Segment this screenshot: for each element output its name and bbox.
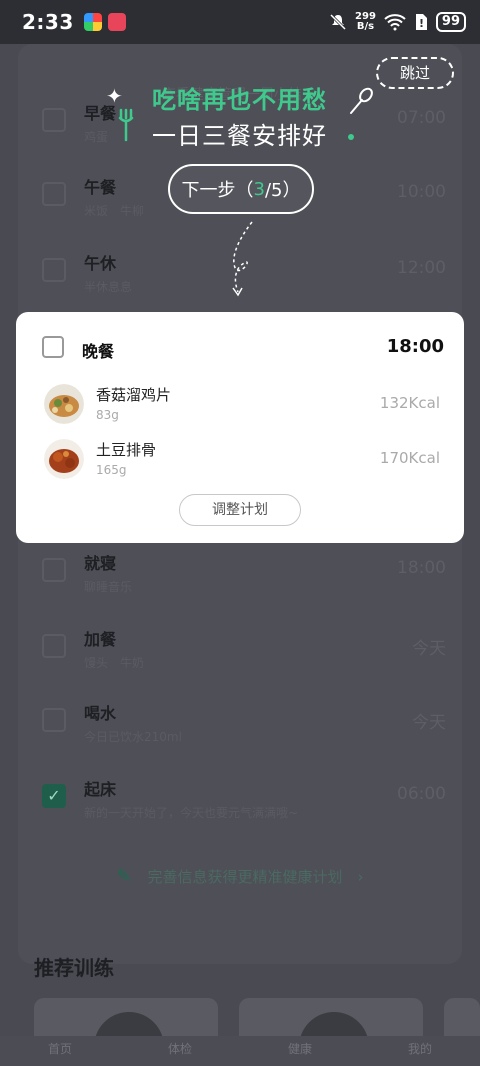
chevron-right-icon: ›: [342, 868, 364, 886]
row-title: 就寝: [84, 554, 117, 573]
food-item[interactable]: 香菇溜鸡片 83g 132Kcal: [44, 384, 440, 428]
row-subtitle: 今日已饮水210ml: [84, 730, 182, 744]
row-title: 午餐: [84, 178, 117, 197]
next-step-button[interactable]: 下一步（ 3/5）: [168, 164, 314, 214]
row-time: 今天: [412, 713, 446, 733]
row-subtitle: 新的一天开始了，今天也要元气满满哦~: [84, 806, 299, 820]
adjust-plan-button[interactable]: 调整计划: [179, 494, 301, 526]
status-right: 299 B/s ! 99: [329, 12, 466, 32]
net-speed: 299 B/s: [355, 11, 376, 32]
nav-mine[interactable]: 我的: [360, 1036, 480, 1066]
schedule-row[interactable]: 喝水 今日已饮水210ml 今天: [42, 700, 446, 760]
notification-icons: [83, 13, 126, 31]
row-checkbox[interactable]: [42, 182, 66, 206]
status-time: 2:33: [22, 10, 74, 34]
dinner-card[interactable]: 晚餐 18:00 香菇溜鸡片 83g 132Kcal 土豆排骨 165g 170…: [16, 312, 464, 543]
schedule-row[interactable]: 加餐 馒头 牛奶 今天: [42, 626, 446, 686]
svg-text:!: !: [419, 17, 424, 30]
app-notification-icon: [107, 13, 126, 31]
row-title: 加餐: [84, 630, 117, 649]
dashed-arrow-icon: [232, 221, 253, 297]
guide-headline-secondary: 一日三餐安排好: [152, 122, 327, 150]
food-kcal: 170Kcal: [379, 449, 440, 467]
row-time: 今天: [412, 639, 446, 659]
row-title: 午休: [84, 254, 117, 273]
row-subtitle: 聊睡音乐: [84, 580, 133, 594]
row-checkbox[interactable]: [42, 558, 66, 582]
next-step-label: 下一步（: [181, 180, 254, 201]
row-subtitle: 馒头 牛奶: [84, 656, 145, 670]
meal-title: 晚餐: [82, 342, 115, 361]
decor-dot-icon: [348, 134, 354, 140]
row-subtitle: 鸡蛋: [84, 130, 109, 144]
food-name: 香菇溜鸡片: [96, 386, 172, 404]
row-checkbox[interactable]: [42, 258, 66, 282]
food-name: 土豆排骨: [96, 441, 157, 459]
row-time: 10:00: [397, 182, 446, 202]
battery-indicator: 99: [435, 12, 466, 32]
row-title: 起床: [84, 780, 117, 799]
guide-headline-primary: 吃啥再也不用愁: [152, 86, 327, 114]
food-kcal: 132Kcal: [379, 394, 440, 412]
food-photo: [44, 384, 84, 424]
row-subtitle: 半休息息: [84, 280, 133, 294]
wifi-icon: [384, 14, 406, 31]
sparkle-icon: ✦: [106, 84, 123, 108]
row-title: 喝水: [84, 704, 117, 723]
food-weight: 83g: [96, 408, 119, 422]
row-checkbox[interactable]: [42, 108, 66, 132]
row-time: 06:00: [397, 784, 446, 804]
food-weight: 165g: [96, 463, 127, 477]
pencil-icon: ✎: [116, 866, 132, 887]
row-checkbox-checked[interactable]: ✓: [42, 784, 66, 808]
dinner-checkbox[interactable]: [42, 336, 64, 358]
complete-info-link[interactable]: ✎ 完善信息获得更精准健康计划 ›: [0, 866, 480, 887]
status-bar: 2:33 299 B/s ! 99: [0, 0, 480, 44]
complete-info-label: 完善信息获得更精准健康计划: [147, 868, 343, 886]
app-notification-icon: [83, 13, 102, 31]
nav-health[interactable]: 健康: [240, 1036, 360, 1066]
sim-alert-icon: !: [415, 14, 427, 30]
spoon-icon: [350, 87, 373, 114]
row-subtitle: 米饭 牛柳: [84, 204, 145, 218]
row-checkbox[interactable]: [42, 634, 66, 658]
nav-home[interactable]: 首页: [0, 1036, 120, 1066]
bottom-nav: 首页 体检 健康 我的: [0, 1036, 480, 1066]
row-checkbox[interactable]: [42, 708, 66, 732]
step-total: /5）: [264, 180, 301, 201]
fork-icon: [118, 108, 134, 142]
schedule-row[interactable]: ✓ 起床 新的一天开始了，今天也要元气满满哦~ 06:00: [42, 776, 446, 836]
step-current: 3: [253, 178, 265, 200]
mute-bell-icon: [329, 13, 347, 31]
skip-button[interactable]: 跳过: [376, 57, 454, 89]
food-item[interactable]: 土豆排骨 165g 170Kcal: [44, 439, 440, 483]
schedule-row[interactable]: 就寝 聊睡音乐 18:00: [42, 550, 446, 610]
row-time: 12:00: [397, 258, 446, 278]
meal-time: 18:00: [386, 336, 444, 357]
row-time: 18:00: [397, 558, 446, 578]
row-time: 07:00: [397, 108, 446, 128]
recommended-training-title: 推荐训练: [34, 956, 114, 980]
nav-checkup[interactable]: 体检: [120, 1036, 240, 1066]
food-photo: [44, 439, 84, 479]
